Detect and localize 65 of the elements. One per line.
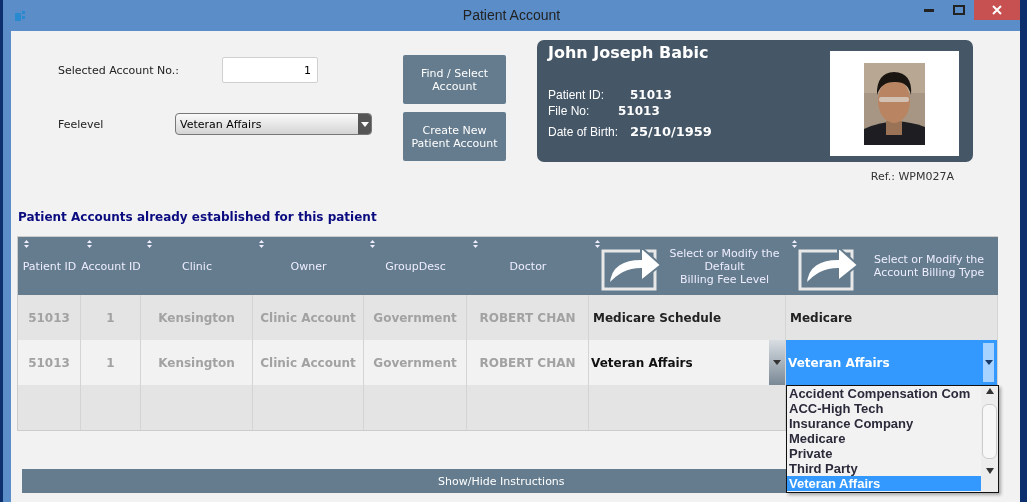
table-cell: Kensington — [158, 310, 235, 325]
table-cell: Government — [373, 355, 457, 370]
caret-icon — [773, 360, 781, 365]
sort-icon — [595, 240, 600, 248]
table-cell: 1 — [106, 355, 115, 370]
field-label: File No: — [548, 104, 591, 118]
scrollbar[interactable] — [981, 386, 998, 492]
fee-level-combo[interactable]: Veteran Affairs — [589, 340, 785, 385]
window-title: Patient Account — [462, 7, 561, 23]
column-header[interactable]: Account ID — [81, 237, 141, 295]
dropdown-option[interactable]: Medicare — [787, 431, 981, 446]
field-label: Patient ID: — [548, 88, 606, 102]
reference-code: Ref.: WPM027A — [870, 170, 954, 183]
billing-type-combo[interactable]: Veteran Affairs — [786, 340, 997, 385]
caret-icon — [984, 360, 993, 365]
scroll-down-icon — [985, 468, 994, 474]
dropdown-option[interactable]: Insurance Company — [787, 416, 981, 431]
section-title: Patient Accounts already established for this patient — [17, 209, 378, 226]
field-value: 51013 — [618, 104, 660, 118]
table-cell: Clinic Account — [260, 355, 356, 370]
action-button[interactable]: Create New Patient Account — [403, 112, 506, 161]
account-number-field[interactable]: 1 — [222, 57, 318, 83]
dropdown-option[interactable]: Private — [787, 446, 981, 461]
dropdown-option[interactable]: ACC-High Tech — [787, 401, 981, 416]
field-label: Selected Account No.: — [58, 63, 181, 77]
table-cell: ROBERT CHAN — [479, 355, 576, 370]
app-icon — [14, 9, 26, 22]
close-button[interactable] — [974, 0, 1020, 20]
column-header[interactable]: Doctor — [467, 237, 589, 295]
action-button[interactable]: Find / Select Account — [403, 55, 506, 104]
table-cell: Medicare — [790, 310, 853, 325]
scroll-up-icon — [985, 388, 994, 394]
sort-icon — [147, 240, 152, 248]
field-value: 51013 — [630, 88, 672, 102]
table-cell: 1 — [106, 310, 115, 325]
column-header[interactable]: Clinic — [141, 237, 253, 295]
field-value: 25/10/1959 — [630, 124, 712, 139]
sort-icon — [473, 240, 478, 248]
table-cell: Clinic Account — [260, 310, 356, 325]
table-cell: ROBERT CHAN — [479, 310, 576, 325]
sort-icon — [87, 240, 92, 248]
field-label: Feelevel — [58, 117, 105, 131]
table-cell: Medicare Schedule — [593, 310, 722, 325]
patient-name: John Joseph Babic — [548, 43, 710, 62]
table-cell: Kensington — [158, 355, 235, 370]
table-cell: 51013 — [28, 355, 70, 370]
table-cell: Government — [373, 310, 457, 325]
sort-icon — [259, 240, 264, 248]
column-header[interactable]: GroupDesc — [364, 237, 467, 295]
field-label: Date of Birth: — [548, 125, 620, 139]
maximize-icon — [953, 5, 965, 15]
close-icon — [992, 5, 1002, 15]
dropdown-option[interactable]: Veteran Affairs — [787, 476, 981, 491]
caret-icon — [360, 121, 369, 127]
dropdown-option[interactable]: Accident Compensation Com — [787, 386, 981, 401]
column-header[interactable]: Select or Modify the Default Billing Fee Level — [589, 237, 786, 295]
table-cell: 51013 — [28, 310, 70, 325]
sort-icon — [792, 240, 797, 248]
sort-icon — [24, 240, 29, 248]
feelevel-dropdown[interactable]: Veteran Affairs — [175, 113, 372, 135]
column-header[interactable]: Select or Modify the Account Billing Type — [786, 237, 998, 295]
sort-icon — [370, 240, 375, 248]
column-header[interactable]: Patient ID — [18, 237, 81, 295]
column-header[interactable]: Owner — [253, 237, 364, 295]
minimize-icon — [924, 8, 934, 12]
